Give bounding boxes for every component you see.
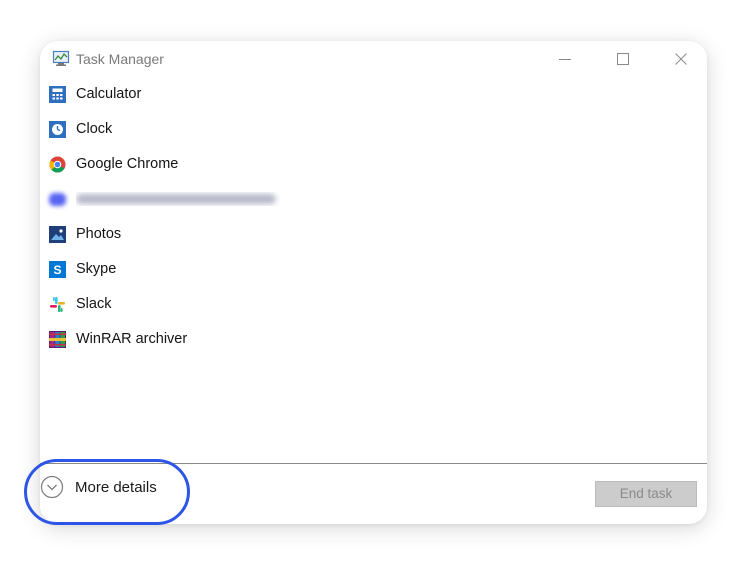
skype-icon: S <box>49 261 66 278</box>
winrar-icon <box>49 331 66 348</box>
slack-icon <box>50 297 65 312</box>
list-item-skype[interactable]: S Skype <box>40 252 707 286</box>
svg-text:S: S <box>53 263 61 277</box>
blurred-app-name <box>76 194 276 204</box>
app-label: Clock <box>76 121 113 137</box>
list-item-calculator[interactable]: Calculator <box>40 77 707 111</box>
calculator-icon <box>49 86 66 103</box>
app-label: Calculator <box>76 86 142 102</box>
minimize-button[interactable] <box>550 47 580 71</box>
title-bar[interactable]: Task Manager <box>40 41 707 77</box>
app-label: Google Chrome <box>76 156 179 172</box>
window-title: Task Manager <box>76 51 164 67</box>
blurred-app-icon <box>49 193 66 206</box>
list-item-blurred-app[interactable] <box>40 182 707 216</box>
list-item-slack[interactable]: Slack <box>40 287 707 321</box>
app-label: Photos <box>76 226 122 242</box>
close-button[interactable] <box>666 47 696 71</box>
app-label: Slack <box>76 296 112 312</box>
maximize-icon <box>617 53 629 65</box>
task-manager-icon <box>52 50 70 66</box>
list-item-clock[interactable]: Clock <box>40 112 707 146</box>
highlight-ring <box>24 459 190 525</box>
app-label: Skype <box>76 261 117 277</box>
minimize-icon <box>559 59 571 60</box>
list-item-photos[interactable]: Photos <box>40 217 707 251</box>
close-icon <box>675 53 687 65</box>
list-item-google-chrome[interactable]: Google Chrome <box>40 147 707 181</box>
clock-icon <box>49 121 66 138</box>
task-manager-window: Task Manager Calculator Clock Google Chr… <box>40 41 707 524</box>
maximize-button[interactable] <box>608 47 638 71</box>
chrome-icon <box>49 156 66 173</box>
photos-icon <box>49 226 66 243</box>
end-task-button[interactable]: End task <box>595 481 697 507</box>
list-item-winrar[interactable]: WinRAR archiver <box>40 322 707 356</box>
app-label: WinRAR archiver <box>76 331 188 347</box>
